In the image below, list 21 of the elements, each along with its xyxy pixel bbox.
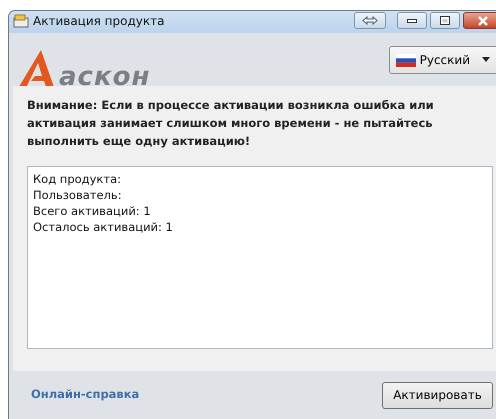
- warning-text: Внимание: Если в процессе активации возникла ошибка или активация занимает слишком много времени - не пытайтесь выполнить еще одну активацию!: [27, 97, 435, 150]
- close-icon: [477, 16, 489, 26]
- language-dropdown[interactable]: Русский: [388, 46, 496, 74]
- window-title: Активация продукта: [33, 12, 164, 30]
- info-line: Код продукта:: [33, 171, 122, 187]
- resize-button[interactable]: [354, 12, 386, 29]
- app-icon: [13, 14, 29, 28]
- info-line: Всего активаций: 1: [33, 203, 152, 219]
- logo-text: аскон: [59, 64, 150, 90]
- double-arrow-icon: [362, 16, 378, 25]
- close-button[interactable]: [463, 12, 496, 29]
- minimize-icon: [407, 18, 417, 22]
- flag-icon: [396, 54, 416, 66]
- maximize-icon: [440, 16, 450, 25]
- info-line: Пользователь:: [33, 187, 123, 203]
- info-line: Осталось активаций: 1: [33, 219, 174, 235]
- caret-icon: [480, 57, 492, 63]
- help-link[interactable]: Онлайн-справка: [31, 386, 140, 404]
- minimize-button[interactable]: [397, 12, 427, 29]
- activate-button[interactable]: Активировать: [382, 382, 493, 408]
- maximize-button[interactable]: [430, 12, 460, 29]
